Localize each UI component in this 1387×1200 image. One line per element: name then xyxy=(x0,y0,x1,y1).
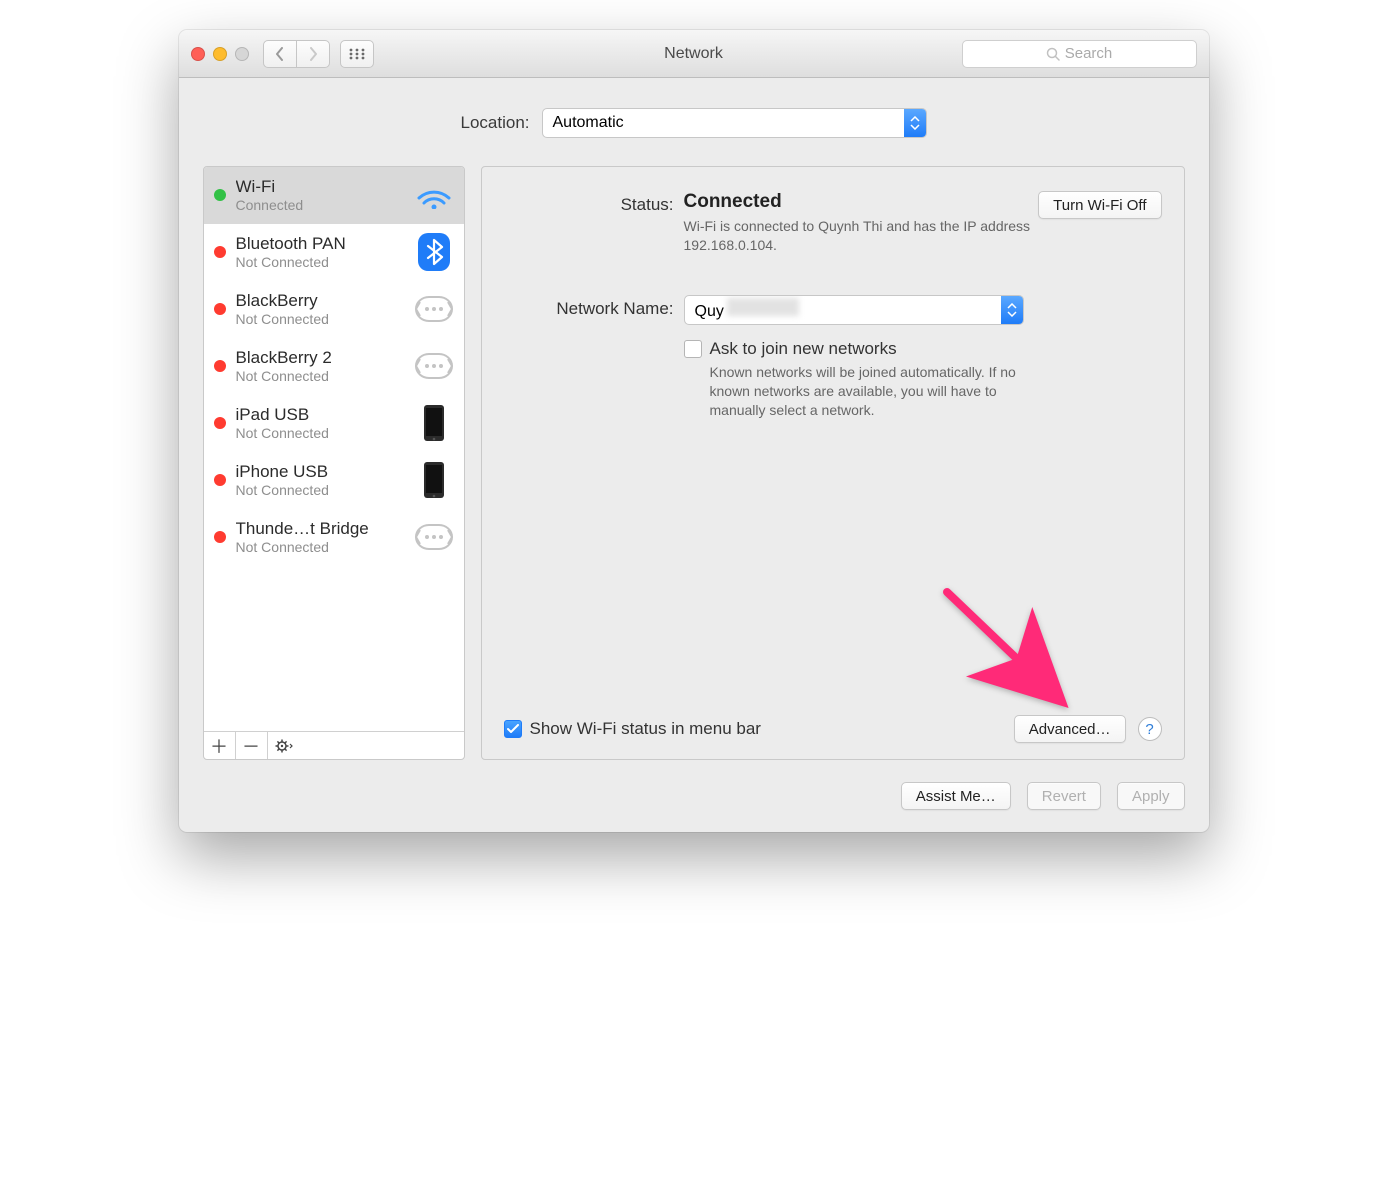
add-interface-button[interactable]: ＋ xyxy=(204,732,236,759)
sidebar-item-blackberry-2[interactable]: BlackBerry 2Not Connected xyxy=(204,338,464,395)
show-status-label: Show Wi-Fi status in menu bar xyxy=(530,719,761,739)
close-icon[interactable] xyxy=(191,47,205,61)
status-value: Connected xyxy=(684,191,1039,213)
device-icon xyxy=(414,403,454,443)
status-dot-icon xyxy=(214,360,226,372)
interface-name: iPhone USB xyxy=(236,462,414,482)
device-icon xyxy=(414,460,454,500)
status-label: Status: xyxy=(504,191,684,215)
revert-button[interactable]: Revert xyxy=(1027,782,1101,810)
chevron-right-icon xyxy=(308,47,318,61)
interface-name: iPad USB xyxy=(236,405,414,425)
status-dot-icon xyxy=(214,189,226,201)
status-hint: Wi-Fi is connected to Quynh Thi and has … xyxy=(684,217,1039,255)
status-dot-icon xyxy=(214,303,226,315)
zoom-icon[interactable] xyxy=(235,47,249,61)
help-button[interactable]: ? xyxy=(1138,717,1162,741)
location-label: Location: xyxy=(461,113,530,133)
advanced-button[interactable]: Advanced… xyxy=(1014,715,1126,743)
search-icon xyxy=(1046,47,1060,61)
interface-details-panel: Status: Connected Wi-Fi is connected to … xyxy=(481,166,1185,760)
location-value: Automatic xyxy=(553,114,904,132)
status-dot-icon xyxy=(214,474,226,486)
interface-status: Not Connected xyxy=(236,311,414,327)
interface-settings-button[interactable] xyxy=(268,732,300,759)
chevron-left-icon xyxy=(275,47,285,61)
dropdown-stepper-icon xyxy=(1001,296,1023,324)
ask-to-join-hint: Known networks will be joined automatica… xyxy=(710,363,1050,420)
interface-status: Not Connected xyxy=(236,539,414,555)
sidebar-item-iphone-usb[interactable]: iPhone USBNot Connected xyxy=(204,452,464,509)
network-name-select[interactable]: Quy xyxy=(684,295,1024,325)
annotation-arrow-icon xyxy=(942,587,1082,722)
sidebar-footer: ＋ － xyxy=(204,731,464,759)
apply-button[interactable]: Apply xyxy=(1117,782,1185,810)
assist-me-button[interactable]: Assist Me… xyxy=(901,782,1011,810)
interface-status: Not Connected xyxy=(236,482,414,498)
interface-status: Not Connected xyxy=(236,368,414,384)
remove-interface-button[interactable]: － xyxy=(236,732,268,759)
window-footer: Assist Me… Revert Apply xyxy=(203,782,1185,810)
interface-name: Wi-Fi xyxy=(236,177,414,197)
generic-icon xyxy=(414,289,454,329)
interface-status: Not Connected xyxy=(236,425,414,441)
bluetooth-icon xyxy=(414,232,454,272)
interfaces-sidebar: Wi-FiConnectedBluetooth PANNot Connected… xyxy=(203,166,465,760)
interface-name: Bluetooth PAN xyxy=(236,234,414,254)
nav-buttons xyxy=(263,40,330,68)
location-select[interactable]: Automatic xyxy=(542,108,927,138)
show-status-checkbox[interactable] xyxy=(504,720,522,738)
ask-to-join-label: Ask to join new networks xyxy=(710,339,897,359)
ask-to-join-checkbox[interactable] xyxy=(684,340,702,358)
window-controls xyxy=(191,47,249,61)
interfaces-list[interactable]: Wi-FiConnectedBluetooth PANNot Connected… xyxy=(204,167,464,731)
toggle-wifi-button[interactable]: Turn Wi-Fi Off xyxy=(1038,191,1161,219)
wifi-icon xyxy=(414,175,454,215)
back-button[interactable] xyxy=(263,40,297,68)
status-dot-icon xyxy=(214,531,226,543)
check-icon xyxy=(507,724,519,734)
interface-name: BlackBerry xyxy=(236,291,414,311)
generic-icon xyxy=(414,346,454,386)
search-placeholder: Search xyxy=(1065,45,1113,62)
sidebar-item-thunde-t-bridge[interactable]: Thunde…t BridgeNot Connected xyxy=(204,509,464,566)
window-titlebar: Network Search xyxy=(179,30,1209,78)
sidebar-item-wi-fi[interactable]: Wi-FiConnected xyxy=(204,167,464,224)
gear-icon xyxy=(275,739,293,753)
forward-button[interactable] xyxy=(296,40,330,68)
show-all-button[interactable] xyxy=(340,40,374,68)
interface-name: Thunde…t Bridge xyxy=(236,519,414,539)
sidebar-item-bluetooth-pan[interactable]: Bluetooth PANNot Connected xyxy=(204,224,464,281)
network-name-label: Network Name: xyxy=(504,295,684,319)
status-dot-icon xyxy=(214,246,226,258)
network-preferences-window: Network Search Location: Automatic Wi-Fi… xyxy=(179,30,1209,832)
network-name-value: Quy xyxy=(695,298,1001,321)
search-input[interactable]: Search xyxy=(962,40,1197,68)
status-dot-icon xyxy=(214,417,226,429)
interface-status: Connected xyxy=(236,197,414,213)
sidebar-item-ipad-usb[interactable]: iPad USBNot Connected xyxy=(204,395,464,452)
generic-icon xyxy=(414,517,454,557)
dropdown-stepper-icon xyxy=(904,109,926,137)
interface-name: BlackBerry 2 xyxy=(236,348,414,368)
sidebar-item-blackberry[interactable]: BlackBerryNot Connected xyxy=(204,281,464,338)
minimize-icon[interactable] xyxy=(213,47,227,61)
redacted-name xyxy=(727,298,799,316)
apps-grid-icon xyxy=(349,48,365,60)
interface-status: Not Connected xyxy=(236,254,414,270)
location-row: Location: Automatic xyxy=(203,108,1185,138)
